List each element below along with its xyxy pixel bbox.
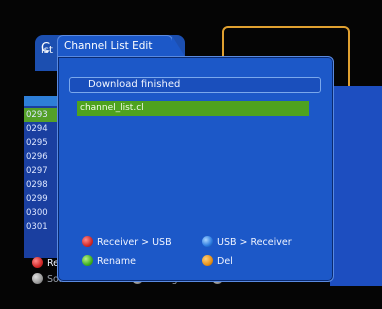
channel-list-header: [24, 96, 58, 106]
channel-number-row[interactable]: 0300: [24, 206, 58, 220]
channel-number-row[interactable]: 0293: [24, 108, 58, 122]
red-button-icon: [32, 257, 43, 268]
receiver-to-usb-button[interactable]: Receiver > USB: [82, 236, 172, 248]
title-tab-notch: [172, 36, 186, 58]
blue-button-icon: [202, 236, 213, 247]
yellow-button-icon: [202, 255, 213, 266]
delete-label: Del: [217, 256, 233, 267]
delete-button[interactable]: Del: [202, 255, 233, 267]
channel-number-list: 0293 0294 0295 0296 0297 0298 0299 0300 …: [24, 96, 58, 258]
rename-button[interactable]: Rename: [82, 255, 136, 267]
status-field: Download finished: [69, 77, 321, 93]
usb-to-receiver-label: USB > Receiver: [217, 237, 292, 248]
file-row[interactable]: channel_list.cl: [77, 101, 309, 116]
rename-label: Rename: [97, 256, 136, 267]
channel-number-row[interactable]: 0296: [24, 150, 58, 164]
usb-file-list: channel_list.cl: [69, 98, 315, 230]
channel-number-row[interactable]: 0294: [24, 122, 58, 136]
channel-number-row[interactable]: 0297: [24, 164, 58, 178]
channel-number-row[interactable]: 0299: [24, 192, 58, 206]
dialog-title: Channel List Edit: [64, 40, 153, 52]
channel-number-row[interactable]: 0298: [24, 178, 58, 192]
dialog-title-tab: Channel List Edit: [57, 35, 186, 58]
receiver-to-usb-label: Receiver > USB: [97, 237, 172, 248]
background-panel: [330, 86, 382, 286]
usb-to-receiver-button[interactable]: USB > Receiver: [202, 236, 292, 248]
channel-number-row[interactable]: 0295: [24, 136, 58, 150]
grey-button-icon: [32, 273, 43, 284]
green-button-icon: [82, 255, 93, 266]
red-button-icon: [82, 236, 93, 247]
background-red-key: Re: [32, 257, 59, 269]
channel-number-row[interactable]: 0301: [24, 220, 58, 234]
